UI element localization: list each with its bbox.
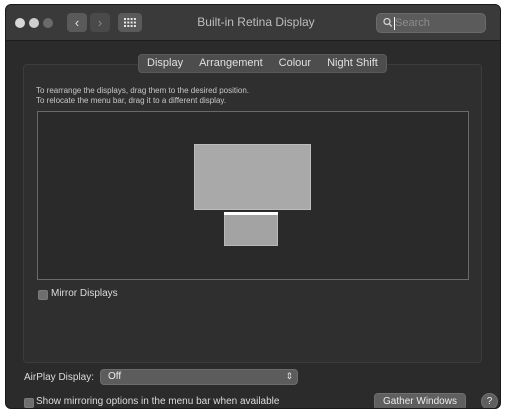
- chevron-right-icon: ›: [97, 15, 103, 30]
- help-button[interactable]: ?: [481, 393, 498, 408]
- chevron-left-icon: ‹: [74, 15, 80, 30]
- show-mirroring-label[interactable]: Show mirroring options in the menu bar w…: [36, 396, 279, 407]
- forward-button[interactable]: ›: [90, 13, 110, 32]
- instruction-text: To relocate the menu bar, drag it to a d…: [36, 96, 227, 105]
- zoom-window-button[interactable]: [43, 18, 53, 28]
- main-display-thumbnail[interactable]: [194, 144, 311, 210]
- tab-colour[interactable]: Colour: [271, 55, 319, 72]
- updown-chevron-icon: ⇕: [285, 371, 293, 381]
- mirror-displays-checkbox[interactable]: [38, 290, 48, 300]
- tab-display[interactable]: Display: [139, 55, 191, 72]
- search-icon: [383, 17, 393, 28]
- grid-icon: [124, 18, 136, 27]
- airplay-display-select[interactable]: Off ⇕: [100, 369, 298, 385]
- window-title: Built-in Retina Display: [197, 15, 315, 29]
- secondary-display-thumbnail[interactable]: [224, 214, 278, 246]
- tab-bar: Display Arrangement Colour Night Shift: [138, 54, 387, 73]
- search-field[interactable]: [376, 13, 486, 33]
- minimize-window-button[interactable]: [29, 18, 39, 28]
- show-mirroring-checkbox[interactable]: [24, 398, 34, 408]
- airplay-display-label: AirPlay Display:: [24, 372, 95, 383]
- search-input[interactable]: [395, 16, 481, 30]
- gather-windows-button[interactable]: Gather Windows: [374, 393, 466, 408]
- close-window-button[interactable]: [15, 18, 25, 28]
- system-preferences-window: ‹ › Built-in Retina Display Search Displ…: [5, 4, 501, 409]
- back-button[interactable]: ‹: [67, 13, 87, 32]
- titlebar: ‹ › Built-in Retina Display: [6, 5, 500, 41]
- menu-bar-handle[interactable]: [224, 212, 278, 215]
- tab-night-shift[interactable]: Night Shift: [319, 55, 386, 72]
- instruction-text: To rearrange the displays, drag them to …: [36, 86, 250, 95]
- airplay-display-value: Off: [108, 371, 122, 382]
- show-all-button[interactable]: [118, 13, 142, 32]
- tab-arrangement[interactable]: Arrangement: [191, 55, 271, 72]
- mirror-displays-label[interactable]: Mirror Displays: [51, 288, 118, 299]
